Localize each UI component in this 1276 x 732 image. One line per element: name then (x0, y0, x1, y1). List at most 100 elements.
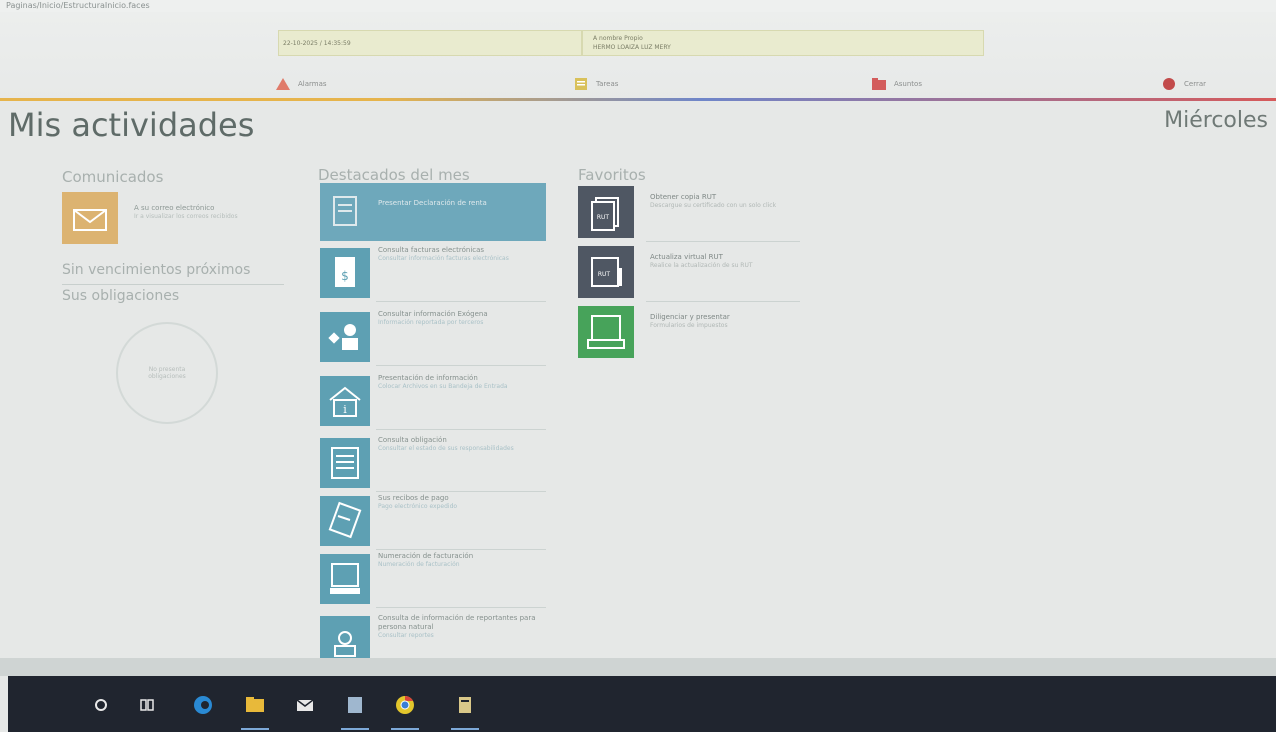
search-icon[interactable] (90, 694, 112, 716)
taskbar (8, 676, 1276, 732)
tile-consulta-reportantes[interactable]: Consulta de información de reportantes p… (320, 612, 546, 662)
tile-sub: Consultar información facturas electróni… (378, 255, 509, 262)
fav-title: Obtener copia RUT (650, 193, 717, 201)
form-fill-icon (578, 306, 634, 358)
comunicado-card[interactable]: A su correo electrónico Ir a visualizar … (62, 192, 282, 244)
comunicado-sub: Ir a visualizar los correos recibidos (134, 213, 238, 220)
nav-label: Tareas (596, 80, 619, 88)
people-icon (320, 312, 370, 362)
tile-sub: Información reportada por terceros (378, 319, 484, 326)
chrome-icon[interactable] (394, 694, 416, 716)
active-indicator (341, 728, 369, 730)
fav-sub: Realice la actualización de su RUT (650, 262, 753, 269)
fav-text: Actualiza virtual RUT Realice la actualiz… (650, 252, 800, 270)
svg-text:i: i (343, 403, 347, 416)
tile-text: Consulta de información de reportantes p… (378, 614, 544, 640)
active-indicator (451, 728, 479, 730)
tile-numeracion-facturacion[interactable]: Numeración de facturación Numeración de f… (320, 550, 546, 608)
rut-copy-icon: RUT (578, 186, 634, 238)
fav-text: Obtener copia RUT Descargue su certificad… (650, 192, 800, 210)
tile-text: Consulta obligación Consultar el estado d… (378, 436, 544, 453)
tile-recibos-pago[interactable]: Sus recibos de pago Pago electrónico expe… (320, 492, 546, 550)
divider (646, 301, 800, 302)
divider (376, 429, 546, 430)
tile-title: Presentación de información (378, 374, 478, 382)
nav-tareas[interactable]: Tareas (574, 74, 618, 94)
tile-title: Consulta obligación (378, 436, 447, 444)
active-indicator (241, 728, 269, 730)
header-divider (0, 98, 1276, 101)
tile-sub: Consultar el estado de sus responsabilid… (378, 445, 514, 452)
tile-sub: Consultar reportes (378, 632, 434, 639)
tile-sub: Colocar Archivos en su Bandeja de Entrad… (378, 383, 508, 390)
obligaciones-empty-text: No presenta obligaciones (148, 366, 186, 380)
fav-text: Diligenciar y presentar Formularios de im… (650, 312, 800, 330)
divider (376, 365, 546, 366)
folder-icon (872, 78, 886, 90)
address-bar[interactable]: Paginas/Inicio/EstructuraInicio.faces (0, 0, 1276, 12)
tile-text: Consultar información Exógena Información… (378, 310, 544, 327)
tile-text: Presentar Declaración de renta (378, 199, 544, 208)
obligaciones-empty: No presenta obligaciones (116, 322, 218, 424)
file-explorer-icon[interactable] (244, 694, 266, 716)
nav-cerrar[interactable]: Cerrar (1162, 74, 1206, 94)
destacados-title: Destacados del mes (318, 166, 470, 184)
task-view-icon[interactable] (136, 694, 158, 716)
comunicado-title: A su correo electrónico (134, 204, 215, 212)
svg-text:RUT: RUT (598, 271, 611, 278)
fav-sub: Formularios de impuestos (650, 322, 728, 329)
tile-text: Sus recibos de pago Pago electrónico expe… (378, 494, 544, 511)
comunicado-text: A su correo electrónico Ir a visualizar … (134, 204, 238, 221)
divider (62, 284, 284, 285)
page-title: Mis actividades (8, 106, 255, 144)
comunicados-title: Comunicados (62, 168, 164, 186)
fav-obtener-copia-rut[interactable]: RUT Obtener copia RUT Descargue su certif… (578, 184, 800, 242)
tile-consulta-obligacion[interactable]: Consulta obligación Consultar el estado d… (320, 434, 546, 492)
page-footer-band (0, 658, 1276, 676)
fav-title: Diligenciar y presentar (650, 313, 730, 321)
fav-title: Actualiza virtual RUT (650, 253, 723, 261)
user-info: A nombre Propio HERMO LOAIZA LUZ MERY (582, 30, 984, 56)
receipt-icon (320, 496, 370, 546)
mail-app-icon[interactable] (294, 694, 316, 716)
files-icon[interactable] (454, 694, 476, 716)
nav-alarmas[interactable]: Alarmas (276, 74, 327, 94)
tile-text: Presentación de información Colocar Archi… (378, 374, 544, 391)
tile-title: Consulta de información de reportantes p… (378, 614, 536, 631)
header: 22-10-2025 / 14:35:59 A nombre Propio HE… (0, 12, 1276, 100)
tile-text: Consulta facturas electrónicas Consultar … (378, 246, 544, 263)
warning-icon (276, 78, 290, 90)
active-indicator (391, 728, 419, 730)
tile-sub: Pago electrónico expedido (378, 503, 458, 510)
nav-label: Alarmas (298, 80, 327, 88)
nav-label: Asuntos (894, 80, 922, 88)
nav-asuntos[interactable]: Asuntos (872, 74, 922, 94)
app-icon[interactable] (344, 694, 366, 716)
person-icon (320, 616, 370, 662)
tile-consulta-facturas[interactable]: $ Consulta facturas electrónicas Consulta… (320, 244, 546, 302)
fav-diligenciar-presentar[interactable]: Diligenciar y presentar Formularios de im… (578, 304, 800, 362)
document-icon (320, 438, 370, 488)
edge-icon[interactable] (192, 694, 214, 716)
list-icon (575, 78, 587, 90)
svg-text:$: $ (341, 269, 349, 283)
tile-presentacion-informacion[interactable]: i Presentación de información Colocar Arc… (320, 372, 546, 430)
tile-title: Presentar Declaración de renta (378, 199, 487, 207)
rut-update-icon: RUT (578, 246, 634, 298)
numbering-icon (320, 554, 370, 604)
form-icon (320, 187, 370, 237)
tile-presentar-declaracion[interactable]: Presentar Declaración de renta (320, 183, 546, 241)
divider (376, 301, 546, 302)
invoice-icon: $ (320, 248, 370, 298)
tile-consultar-exogena[interactable]: Consultar información Exógena Información… (320, 308, 546, 366)
tile-title: Numeración de facturación (378, 552, 474, 560)
tile-sub: Numeración de facturación (378, 561, 460, 568)
tile-title: Sus recibos de pago (378, 494, 449, 502)
fav-sub: Descargue su certificado con un solo cli… (650, 202, 777, 209)
nav-label: Cerrar (1184, 80, 1206, 88)
power-icon (1163, 78, 1175, 90)
sin-vencimientos-link[interactable]: Sin vencimientos próximos (62, 262, 250, 278)
day-label: Miércoles (1164, 108, 1268, 133)
fav-actualiza-rut[interactable]: RUT Actualiza virtual RUT Realice la actu… (578, 244, 800, 302)
divider (646, 241, 800, 242)
